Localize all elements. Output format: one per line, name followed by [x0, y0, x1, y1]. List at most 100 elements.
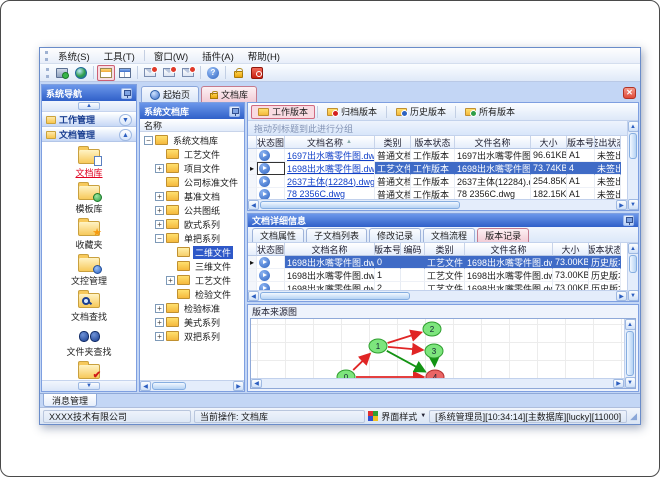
button-归档版本[interactable]: 归档版本 [320, 105, 384, 119]
folder-window-button[interactable] [97, 64, 115, 81]
tree-node-二维文件[interactable]: 二维文件 [140, 245, 244, 259]
expand-icon[interactable]: + [155, 163, 164, 173]
tree-node-双把系列[interactable]: + 双把系列 [140, 329, 244, 343]
column-header-版本状态[interactable]: 版本状态 [411, 136, 455, 149]
version-node-2[interactable]: 2 [422, 321, 442, 337]
group-by-strip[interactable]: 拖动列标题到此进行分组 [248, 121, 638, 136]
ui-style-selector[interactable]: 界面样式 ▼ [368, 410, 426, 423]
tree-node-工艺文件[interactable]: 工艺文件 [140, 147, 244, 161]
collapse-up-button[interactable]: ▲ [78, 102, 100, 110]
column-header-大小[interactable]: 大小 [531, 136, 567, 149]
detail-tab-子文档列表[interactable]: 子文档列表 [306, 228, 368, 242]
graph-vscrollbar[interactable]: ▲ ▼ [624, 319, 635, 388]
scroll-up-arrow[interactable]: ▲ [627, 121, 638, 132]
menu-item[interactable]: 插件(A) [195, 48, 241, 64]
toolbar-grip[interactable] [46, 67, 49, 78]
scroll-thumb[interactable] [629, 133, 637, 159]
tree-node-美式系列[interactable]: + 美式系列 [140, 315, 244, 329]
document-link[interactable]: 2637主体(12284).dwg [287, 175, 374, 187]
table-row[interactable]: 1697出水嘴零件图.dwg普通文档工作版本1697出水嘴零件图.dwg96.6… [248, 149, 627, 162]
table-row[interactable]: 1698出水嘴零件图.dwg 2 工艺文件 1698出水嘴零件图.dwg 73.00KB… [248, 282, 627, 290]
mail-delete-button[interactable] [141, 65, 159, 81]
column-header-版本号[interactable]: 版本号 [375, 243, 401, 256]
menubar-grip[interactable] [45, 50, 48, 61]
chevron-up-icon[interactable]: ▲ [119, 128, 132, 141]
table-row[interactable]: 2637主体(12284).dwg普通文档工作版本2637主体(12284).d… [248, 175, 627, 188]
button-历史版本[interactable]: 历史版本 [389, 105, 453, 119]
scroll-left-arrow[interactable]: ◀ [248, 200, 259, 210]
tab-起始页[interactable]: 起始页 [141, 86, 200, 102]
globe-button[interactable] [72, 65, 90, 81]
table-row[interactable]: ▸1698出水嘴零件图.dwg工艺文件工作版本1698出水嘴零件图.dwg73.… [248, 162, 627, 175]
sidebar-item-文档库[interactable]: 文档库 [42, 146, 136, 179]
scroll-right-arrow[interactable]: ▶ [613, 379, 624, 388]
detail-tab-文档流程[interactable]: 文档流程 [423, 228, 476, 242]
detail-tab-文档属性[interactable]: 文档属性 [252, 228, 305, 242]
scroll-down-arrow[interactable]: ▼ [627, 199, 638, 210]
tree-node-项目文件[interactable]: + 项目文件 [140, 161, 244, 175]
column-header-文档名称[interactable]: 文档名称 [285, 243, 375, 256]
expand-icon[interactable]: + [166, 275, 175, 285]
scroll-thumb[interactable] [629, 255, 637, 273]
tree-node-公司标准文件[interactable]: 公司标准文件 [140, 175, 244, 189]
menu-item[interactable]: 工具(T) [97, 48, 142, 64]
sidebar-group-work[interactable]: 工作管理 ▼ [42, 112, 136, 127]
tree-node-欧式系列[interactable]: + 欧式系列 [140, 217, 244, 231]
scroll-left-arrow[interactable]: ◀ [251, 379, 262, 388]
expand-icon[interactable]: + [155, 191, 164, 201]
sidebar-item-模板库[interactable]: 模板库 [42, 182, 136, 215]
tree-node-三维文件[interactable]: 三维文件 [140, 259, 244, 273]
table-row[interactable]: 78 2356C.dwg普通文档工作版本78 2356C.dwg182.15KB… [248, 188, 627, 199]
collapse-icon[interactable]: − [144, 135, 153, 145]
resize-grip[interactable]: ◢ [630, 411, 637, 421]
button-所有版本[interactable]: 所有版本 [458, 105, 522, 119]
mail-send-button[interactable] [160, 65, 178, 81]
tree-node-系统文档库[interactable]: − 系统文档库 [140, 133, 244, 147]
scroll-left-arrow[interactable]: ◀ [140, 381, 151, 391]
detail-tab-版本记录[interactable]: 版本记录 [477, 228, 530, 242]
column-header-状态图[interactable]: 状态图 [257, 136, 285, 149]
column-header-状态图[interactable]: 状态图 [257, 243, 285, 256]
scroll-down-arrow[interactable]: ▼ [624, 377, 635, 388]
column-header-编码[interactable]: 编码 [401, 243, 425, 256]
collapse-down-button[interactable]: ▼ [78, 382, 100, 390]
column-header-文件名称[interactable]: 文件名称 [455, 136, 531, 149]
expand-icon[interactable]: + [155, 331, 164, 341]
column-header-类别[interactable]: 类别 [375, 136, 411, 149]
tree-node-检验文件[interactable]: 检验文件 [140, 287, 244, 301]
help-button[interactable]: ? [204, 65, 222, 81]
expand-icon[interactable]: + [155, 205, 164, 215]
close-tab-button[interactable]: ✕ [623, 87, 636, 99]
graph-hscrollbar[interactable]: ◀ ▶ [251, 378, 624, 388]
mail-receive-button[interactable] [179, 65, 197, 81]
version-node-3[interactable]: 3 [424, 343, 444, 359]
column-header-版本状态[interactable]: 版本状态 [589, 243, 621, 256]
detail-hscrollbar[interactable]: ◀ ▶ [248, 290, 627, 301]
table-hscrollbar[interactable]: ◀ ▶ [248, 199, 627, 210]
scroll-thumb[interactable] [152, 382, 186, 390]
menu-item[interactable]: 系统(S) [51, 48, 97, 64]
tree-node-单把系列[interactable]: − 单把系列 [140, 231, 244, 245]
sidebar-item-签出的文档[interactable]: ✔签出的文档 [42, 361, 136, 380]
pin-icon[interactable] [229, 105, 240, 117]
tab-文档库[interactable]: 文档库 [201, 86, 258, 102]
document-link[interactable]: 1697出水嘴零件图.dwg [287, 149, 374, 161]
scroll-thumb[interactable] [626, 331, 634, 376]
button-工作版本[interactable]: 工作版本 [251, 104, 316, 119]
scroll-up-arrow[interactable]: ▲ [624, 319, 635, 330]
tree-column-header[interactable]: 名称 [140, 119, 244, 132]
table-row[interactable]: 1698出水嘴零件图.dwg 1 工艺文件 1698出水嘴零件图.dwg 73.00KB… [248, 269, 627, 282]
scroll-left-arrow[interactable]: ◀ [248, 291, 259, 301]
chevron-down-icon[interactable]: ▼ [119, 113, 132, 126]
table-vscrollbar[interactable]: ▲ ▼ [627, 121, 638, 210]
column-header-签出状态[interactable]: 签出状态 [595, 136, 621, 149]
tree-node-公共图纸[interactable]: + 公共图纸 [140, 203, 244, 217]
column-header-文件名称[interactable]: 文件名称 [465, 243, 553, 256]
menu-item[interactable]: 帮助(H) [241, 48, 287, 64]
expand-icon[interactable]: + [155, 303, 164, 313]
sidebar-item-文档查找[interactable]: 文档查找 [42, 290, 136, 323]
scroll-up-arrow[interactable]: ▲ [627, 243, 638, 254]
document-link[interactable]: 78 2356C.dwg [287, 189, 345, 199]
scroll-right-arrow[interactable]: ▶ [616, 291, 627, 301]
tree-node-检验标准[interactable]: + 检验标准 [140, 301, 244, 315]
